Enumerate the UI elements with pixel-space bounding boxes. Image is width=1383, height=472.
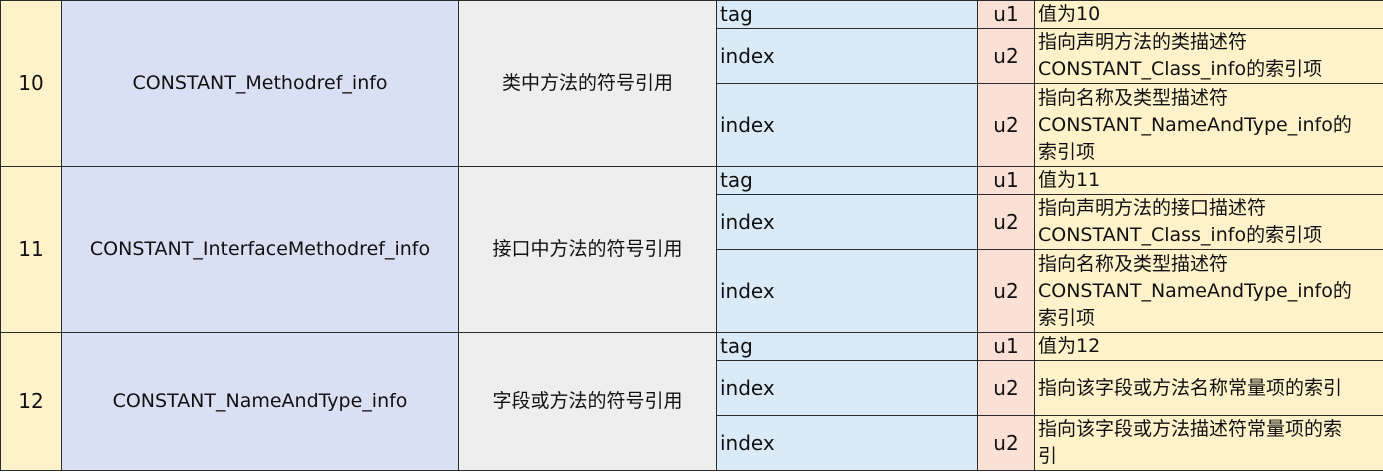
field-note: 值为10	[1034, 0, 1383, 29]
note-line: 指向声明方法的类描述符	[1038, 31, 1248, 53]
field-name: index	[716, 194, 978, 250]
note-line: 指向该字段或方法名称常量项的索引	[1038, 376, 1343, 399]
field-note: 指向名称及类型描述符 CONSTANT_NameAndType_info的 索引…	[1034, 83, 1383, 167]
entry-name: CONSTANT_InterfaceMethodref_info	[61, 166, 459, 333]
field-name: tag	[716, 166, 978, 195]
table-row: 10 CONSTANT_Methodref_info 类中方法的符号引用 tag…	[0, 0, 1383, 167]
entry-number: 11	[0, 166, 62, 333]
entry-number: 12	[0, 332, 62, 471]
entry-description: 接口中方法的符号引用	[458, 166, 717, 333]
field-name: index	[716, 83, 978, 167]
field-note: 指向名称及类型描述符 CONSTANT_NameAndType_info的 索引…	[1034, 249, 1383, 333]
note-line: 值为10	[1038, 3, 1101, 25]
field-name: index	[716, 249, 978, 333]
field-type: u1	[977, 332, 1035, 361]
entry-name: CONSTANT_Methodref_info	[61, 0, 459, 167]
field-type: u2	[977, 249, 1035, 333]
entry-description: 类中方法的符号引用	[458, 0, 717, 167]
constant-pool-table-view: 10 CONSTANT_Methodref_info 类中方法的符号引用 tag…	[0, 0, 1383, 472]
note-line: CONSTANT_Class_info的索引项	[1038, 58, 1323, 80]
note-line: 值为11	[1038, 169, 1101, 191]
note-line: 指向该字段或方法描述符常量项的索	[1038, 418, 1343, 440]
field-note: 指向声明方法的类描述符 CONSTANT_Class_info的索引项	[1034, 28, 1383, 84]
field-note: 指向声明方法的接口描述符 CONSTANT_Class_info的索引项	[1034, 194, 1383, 250]
field-type: u1	[977, 166, 1035, 195]
field-type: u2	[977, 360, 1035, 416]
note-line: 值为12	[1038, 335, 1101, 357]
field-name: index	[716, 28, 978, 84]
field-name: index	[716, 415, 978, 471]
note-line: 指向声明方法的接口描述符	[1038, 197, 1267, 219]
note-line: 引	[1038, 445, 1058, 467]
note-line: CONSTANT_NameAndType_info的	[1038, 279, 1352, 302]
entry-name: CONSTANT_NameAndType_info	[61, 332, 459, 471]
field-type: u1	[977, 0, 1035, 29]
field-type: u2	[977, 415, 1035, 471]
note-line: 指向名称及类型描述符	[1038, 86, 1229, 109]
field-type: u2	[977, 194, 1035, 250]
field-note: 指向该字段或方法描述符常量项的索 引	[1034, 415, 1383, 471]
constant-pool-table: 10 CONSTANT_Methodref_info 类中方法的符号引用 tag…	[0, 0, 1383, 471]
note-line: CONSTANT_Class_info的索引项	[1038, 224, 1323, 246]
field-note: 值为11	[1034, 166, 1383, 195]
note-line: 索引项	[1038, 140, 1096, 163]
note-line: CONSTANT_NameAndType_info的	[1038, 113, 1352, 136]
note-line: 索引项	[1038, 306, 1096, 329]
field-type: u2	[977, 83, 1035, 167]
field-note: 值为12	[1034, 332, 1383, 361]
field-note: 指向该字段或方法名称常量项的索引	[1034, 360, 1383, 416]
table-row: 11 CONSTANT_InterfaceMethodref_info 接口中方…	[0, 166, 1383, 333]
field-name: tag	[716, 0, 978, 29]
field-type: u2	[977, 28, 1035, 84]
field-name: index	[716, 360, 978, 416]
note-line: 指向名称及类型描述符	[1038, 252, 1229, 275]
table-row: 12 CONSTANT_NameAndType_info 字段或方法的符号引用 …	[0, 332, 1383, 471]
entry-description: 字段或方法的符号引用	[458, 332, 717, 471]
field-name: tag	[716, 332, 978, 361]
entry-number: 10	[0, 0, 62, 167]
